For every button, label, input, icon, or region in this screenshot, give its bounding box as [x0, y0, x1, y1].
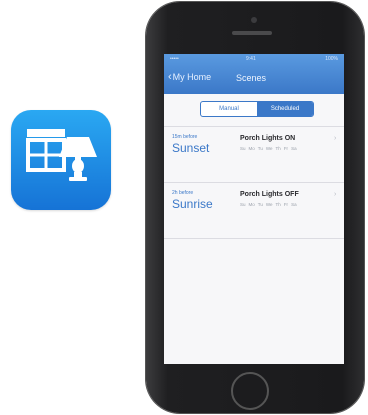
battery-indicator: 100%: [325, 56, 338, 62]
status-bar: ••••• 9:41 100%: [164, 56, 344, 64]
day-label: Th: [275, 146, 281, 151]
back-label: My Home: [172, 72, 212, 82]
day-label: Mo: [248, 146, 255, 151]
signal-indicator: •••••: [170, 56, 179, 62]
schedule-scene: Porch Lights ON: [240, 135, 296, 142]
day-label: We: [265, 202, 273, 207]
day-label: Sa: [291, 146, 297, 151]
day-label: Mo: [248, 202, 255, 207]
tab-scheduled[interactable]: Scheduled: [257, 102, 313, 116]
chevron-left-icon: ‹: [168, 70, 172, 83]
chevron-right-icon: ›: [334, 191, 337, 198]
mode-segmented-control: Manual Scheduled: [200, 101, 314, 117]
speaker-grille: [232, 31, 272, 35]
page-title: Scenes: [236, 73, 267, 83]
tab-manual[interactable]: Manual: [201, 102, 257, 116]
day-label: Su: [240, 202, 246, 207]
divider: [164, 238, 344, 239]
day-label: Tu: [257, 202, 263, 207]
camera-dot: [251, 17, 257, 23]
window-lamp-icon: [26, 129, 97, 181]
day-label: Su: [240, 146, 246, 151]
day-label: Fr: [283, 202, 289, 207]
day-label: We: [265, 146, 273, 151]
divider: [164, 126, 344, 127]
nav-bar: ••••• 9:41 100% ‹ My Home Scenes: [164, 54, 344, 94]
day-label: Fr: [283, 146, 289, 151]
day-label: Th: [275, 202, 281, 207]
schedule-offset: 2h before: [172, 190, 194, 196]
day-label: Tu: [257, 146, 263, 151]
chevron-right-icon: ›: [334, 135, 337, 142]
day-label: Sa: [291, 202, 297, 207]
phone-screen: ••••• 9:41 100% ‹ My Home Scenes Manual …: [164, 54, 344, 364]
schedule-days: Su Mo Tu We Th Fr Sa: [240, 146, 300, 151]
phone-frame: ••••• 9:41 100% ‹ My Home Scenes Manual …: [146, 2, 364, 413]
divider: [164, 182, 344, 183]
app-icon[interactable]: [11, 110, 111, 210]
schedule-event: Sunrise: [172, 197, 213, 211]
schedule-days: Su Mo Tu We Th Fr Sa: [240, 202, 300, 207]
schedule-event: Sunset: [172, 141, 210, 155]
schedule-offset: 15m before: [172, 134, 198, 140]
home-button[interactable]: [231, 372, 269, 410]
status-time: 9:41: [246, 56, 256, 62]
back-button[interactable]: ‹ My Home: [168, 70, 212, 83]
schedule-scene: Porch Lights OFF: [240, 191, 299, 198]
